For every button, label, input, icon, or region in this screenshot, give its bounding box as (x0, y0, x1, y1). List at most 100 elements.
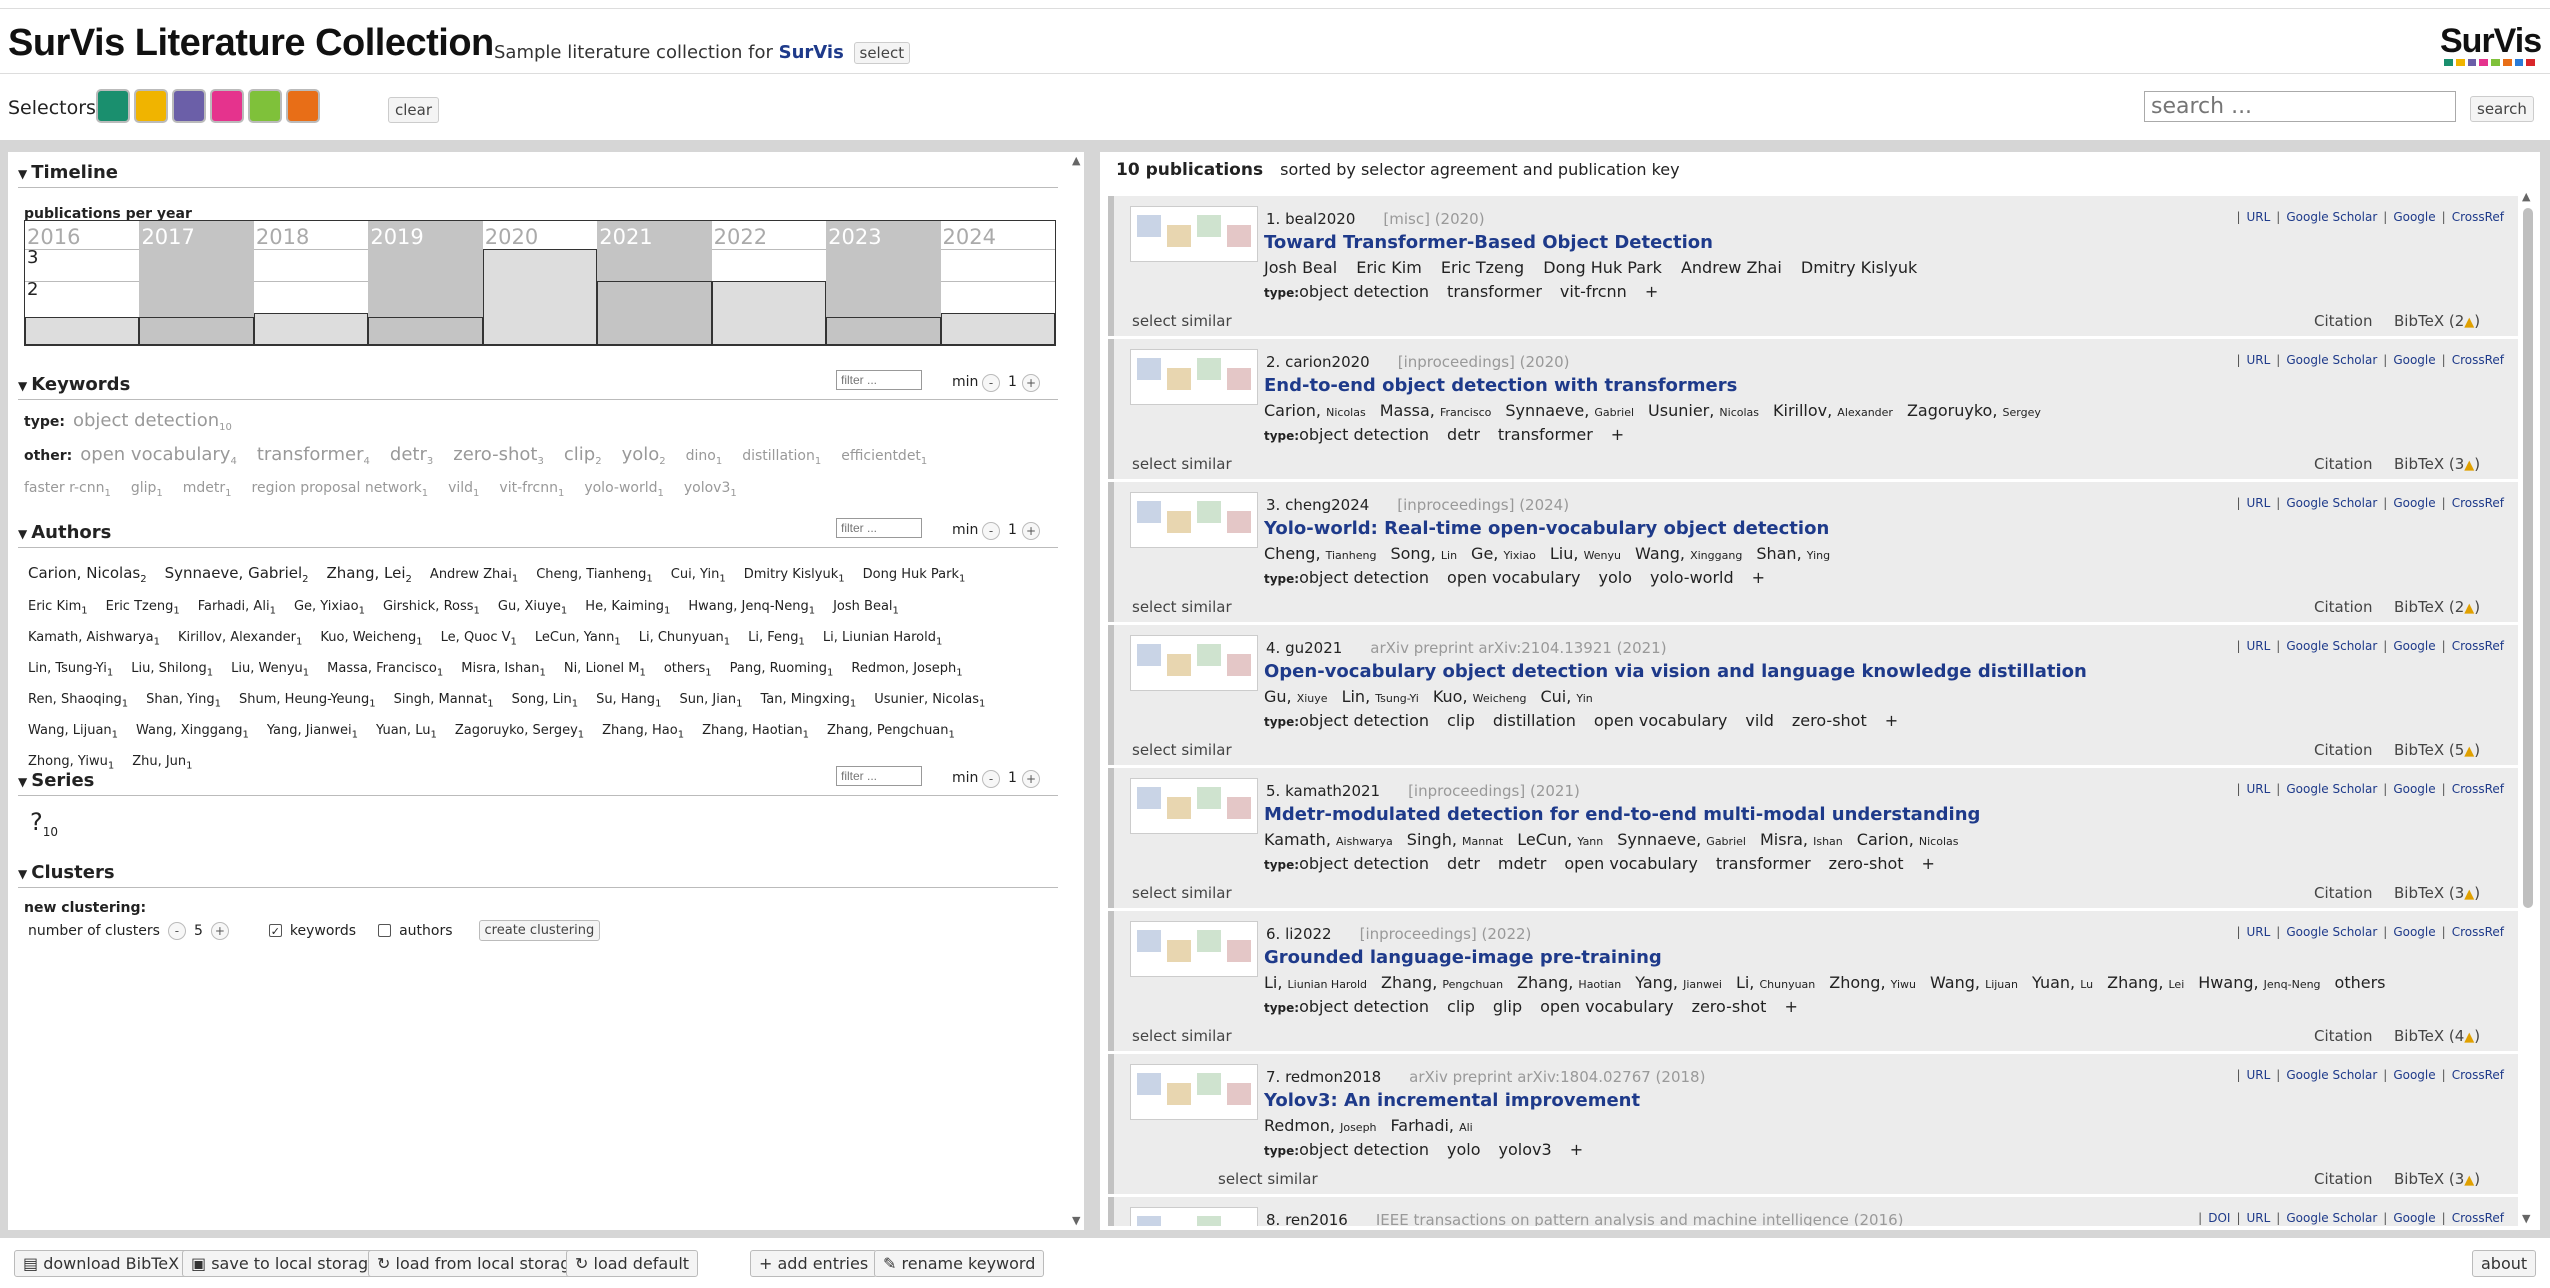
link-url[interactable]: URL (2246, 1068, 2270, 1082)
author-tag[interactable]: Liu, Wenyu1 (231, 656, 309, 687)
type-keyword[interactable]: object detection (1299, 282, 1429, 301)
keywords-header[interactable]: ▼ Keywords (18, 374, 130, 395)
keyword-tag[interactable]: transformer4 (257, 442, 370, 475)
author-tag[interactable]: Josh Beal1 (833, 594, 899, 625)
load-default-button[interactable]: ↻ load default (566, 1250, 699, 1277)
author-name[interactable]: Wang, Xinggang (1635, 544, 1742, 563)
download-bibtex-button[interactable]: ▤ download BibTeX (14, 1250, 189, 1277)
author-tag[interactable]: Yuan, Lu1 (376, 718, 437, 749)
publication-title[interactable]: Yolov3: An incremental improvement (1264, 1090, 1640, 1111)
keyword-tag[interactable]: glip1 (131, 475, 163, 507)
author-tag[interactable]: Zhang, Pengchuan1 (827, 718, 955, 749)
author-name[interactable]: Yang, Jianwei (1635, 973, 1722, 992)
keyword-tag[interactable]: yolov31 (684, 475, 737, 507)
paper-thumbnail[interactable] (1130, 635, 1258, 691)
keyword-tag[interactable]: yolo-world1 (584, 475, 664, 507)
citation-button[interactable]: Citation (2314, 312, 2372, 330)
author-name[interactable]: Singh, Mannat (1407, 830, 1503, 849)
keyword[interactable]: open vocabulary (1540, 997, 1673, 1016)
author-tag[interactable]: LeCun, Yann1 (535, 625, 621, 656)
keyword[interactable]: detr (1447, 854, 1480, 873)
link-google-scholar[interactable]: Google Scholar (2286, 1068, 2377, 1082)
keyword-tag[interactable]: zero-shot3 (453, 442, 544, 475)
add-keyword-button[interactable]: + (1885, 711, 1898, 730)
link-google[interactable]: Google (2393, 353, 2435, 367)
save-local-button[interactable]: ▣ save to local storage (182, 1250, 388, 1277)
scroll-down-icon[interactable]: ▼ (1072, 1214, 1080, 1227)
bibtex-button[interactable]: BibTeX (3▲) (2394, 455, 2480, 473)
keyword-tag[interactable]: vild1 (448, 475, 479, 507)
author-name[interactable]: Carion, Nicolas (1264, 401, 1366, 420)
decrement-button[interactable]: - (167, 921, 186, 940)
keyword-tag[interactable]: region proposal network1 (252, 475, 429, 507)
right-scrollbar[interactable]: ▲ ▼ (2520, 190, 2536, 1230)
series-tag[interactable]: ?10 (30, 808, 58, 839)
citation-button[interactable]: Citation (2314, 741, 2372, 759)
keyword[interactable]: vild (1745, 711, 1774, 730)
decrement-button[interactable]: - (982, 522, 1000, 540)
publication-entry[interactable]: 4. gu2021 arXiv preprint arXiv:2104.13921… (1108, 625, 2518, 765)
link-google[interactable]: Google (2393, 210, 2435, 224)
publication-entry[interactable]: 3. cheng2024 [inproceedings] (2024) Yolo-w… (1108, 482, 2518, 622)
bibtex-button[interactable]: BibTeX (5▲) (2394, 741, 2480, 759)
add-entries-button[interactable]: + add entries (750, 1250, 878, 1277)
author-tag[interactable]: Girshick, Ross1 (383, 594, 480, 625)
publication-title[interactable]: Open-vocabulary object detection via vis… (1264, 661, 2087, 682)
author-name[interactable]: Zhang, Lei (2107, 973, 2184, 992)
author-name[interactable]: Zagoruyko, Sergey (1907, 401, 2041, 420)
author-tag[interactable]: Su, Hang1 (596, 687, 661, 718)
keyword-tag[interactable]: mdetr1 (183, 475, 232, 507)
authors-header[interactable]: ▼ Authors (18, 522, 111, 543)
link-url[interactable]: URL (2246, 210, 2270, 224)
selector-swatch[interactable] (248, 89, 282, 123)
author-name[interactable]: Hwang, Jenq-Neng (2198, 973, 2320, 992)
type-keyword[interactable]: object detection (1299, 997, 1429, 1016)
keyword[interactable]: open vocabulary (1564, 854, 1697, 873)
author-name[interactable]: Synnaeve, Gabriel (1505, 401, 1634, 420)
series-filter-input[interactable] (836, 766, 922, 786)
author-tag[interactable]: Dmitry Kislyuk1 (744, 562, 845, 593)
decrement-button[interactable]: - (982, 770, 1000, 788)
link-google[interactable]: Google (2393, 496, 2435, 510)
keyword[interactable]: zero-shot (1692, 997, 1767, 1016)
author-name[interactable]: Yuan, Lu (2032, 973, 2093, 992)
keyword[interactable]: yolo (1599, 568, 1633, 587)
author-name[interactable]: Redmon, Joseph (1264, 1116, 1377, 1135)
year-column[interactable]: 2016 (25, 221, 140, 345)
author-tag[interactable]: Singh, Mannat1 (394, 687, 494, 718)
load-local-button[interactable]: ↻ load from local storage (368, 1250, 590, 1277)
keyword[interactable]: transformer (1447, 282, 1542, 301)
publication-title[interactable]: End-to-end object detection with transfo… (1264, 375, 1737, 396)
keywords-checkbox[interactable]: ✓ (268, 924, 282, 938)
authors-checkbox[interactable] (378, 924, 392, 937)
keyword-tag[interactable]: distillation1 (742, 443, 821, 475)
publication-entry[interactable]: 1. beal2020 [misc] (2020) Toward Transform… (1108, 196, 2518, 336)
select-similar-button[interactable]: select similar (1132, 1027, 1232, 1045)
publication-title[interactable]: Yolo-world: Real-time open-vocabulary ob… (1264, 518, 1829, 539)
author-tag[interactable]: others1 (664, 656, 712, 687)
select-collection-button[interactable]: select (853, 42, 911, 64)
author-name[interactable]: Eric Kim (1356, 258, 1427, 277)
author-tag[interactable]: Sun, Jian1 (679, 687, 742, 718)
author-name[interactable]: Gu, Xiuye (1264, 687, 1328, 706)
year-column[interactable]: 2024 (940, 221, 1055, 345)
keyword-tag[interactable]: yolo2 (622, 442, 666, 475)
scroll-up-icon[interactable]: ▲ (2522, 190, 2530, 203)
search-input[interactable] (2144, 91, 2456, 122)
keyword[interactable]: distillation (1493, 711, 1576, 730)
author-tag[interactable]: Zhang, Haotian1 (702, 718, 809, 749)
paper-thumbnail[interactable] (1130, 921, 1258, 977)
link-crossref[interactable]: CrossRef (2452, 496, 2504, 510)
author-tag[interactable]: Usunier, Nicolas1 (874, 687, 985, 718)
link-crossref[interactable]: CrossRef (2452, 1211, 2504, 1225)
author-tag[interactable]: Pang, Ruoming1 (730, 656, 834, 687)
add-keyword-button[interactable]: + (1611, 425, 1624, 444)
keyword-tag[interactable]: object detection10 (73, 408, 232, 441)
author-tag[interactable]: Zhu, Jun1 (132, 749, 192, 780)
paper-thumbnail[interactable] (1130, 778, 1258, 834)
bibtex-button[interactable]: BibTeX (3▲) (2394, 1170, 2480, 1188)
author-tag[interactable]: Kirillov, Alexander1 (178, 625, 302, 656)
type-keyword[interactable]: object detection (1299, 425, 1429, 444)
author-tag[interactable]: Eric Tzeng1 (106, 594, 180, 625)
link-google-scholar[interactable]: Google Scholar (2286, 782, 2377, 796)
